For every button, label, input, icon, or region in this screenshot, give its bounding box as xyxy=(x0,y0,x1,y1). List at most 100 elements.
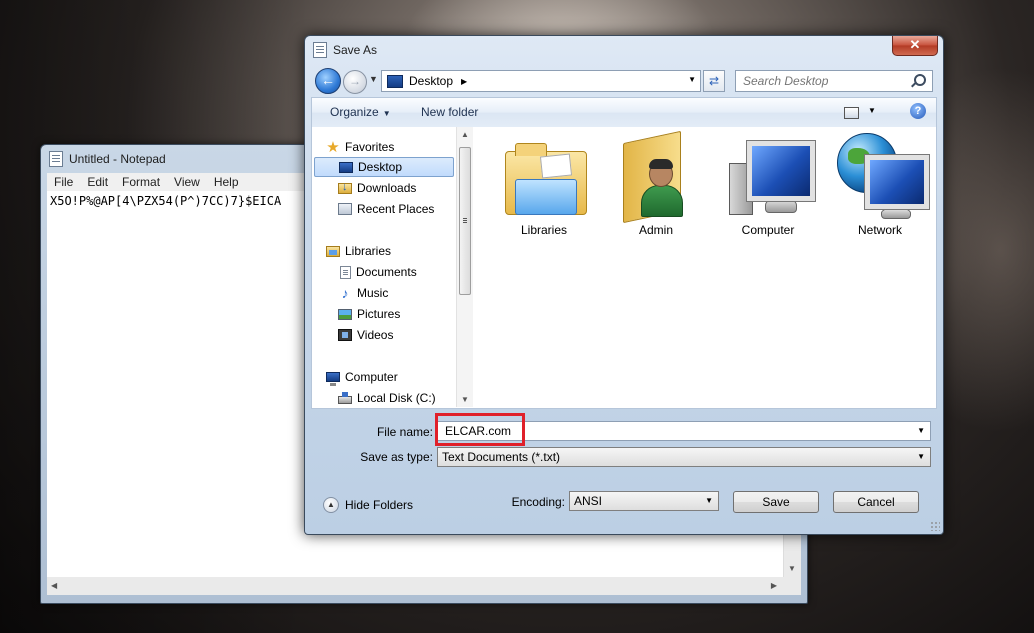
forward-button[interactable]: → xyxy=(343,70,367,94)
libraries-icon xyxy=(326,245,340,257)
documents-icon xyxy=(340,265,351,279)
save-as-type-dropdown-icon[interactable]: ▼ xyxy=(917,448,925,466)
scroll-right-icon[interactable]: ▶ xyxy=(771,581,777,590)
save-as-type-select[interactable]: Text Documents (*.txt) ▼ xyxy=(437,447,931,467)
navigation-bar: ← → ▼ Desktop ▶ ▼ ⇄ xyxy=(311,66,937,96)
computer-icon xyxy=(326,372,340,386)
cancel-button[interactable]: Cancel xyxy=(833,491,919,513)
help-icon[interactable]: ? xyxy=(910,103,926,119)
nav-favorites[interactable]: ★ Favorites xyxy=(326,137,394,157)
nav-item-label: Desktop xyxy=(358,160,403,174)
menu-help[interactable]: Help xyxy=(207,173,246,191)
nav-item-local-disk[interactable]: Local Disk (C:) xyxy=(338,388,436,407)
command-toolbar: Organize ▼ New folder ▼ ? xyxy=(311,97,937,127)
save-as-dialog[interactable]: Save As ✕ ← → ▼ Desktop ▶ ▼ ⇄ Organize▼ … xyxy=(304,35,944,535)
file-item-computer[interactable]: Computer xyxy=(718,133,818,237)
nav-item-downloads[interactable]: Downloads xyxy=(338,178,416,198)
menu-view[interactable]: View xyxy=(167,173,207,191)
nav-item-label: Pictures xyxy=(357,307,401,321)
recent-pages-dropdown-icon[interactable]: ▼ xyxy=(369,74,378,84)
nav-item-pictures[interactable]: Pictures xyxy=(338,304,400,324)
nav-item-label: Downloads xyxy=(357,181,417,195)
save-as-type-value: Text Documents (*.txt) xyxy=(442,450,561,464)
address-dropdown-icon[interactable]: ▼ xyxy=(688,75,696,84)
libraries-folder-icon xyxy=(501,133,587,219)
address-bar[interactable]: Desktop ▶ ▼ xyxy=(381,70,701,92)
user-folder-icon xyxy=(613,130,699,224)
file-item-libraries[interactable]: Libraries xyxy=(494,133,594,237)
new-folder-button[interactable]: New folder xyxy=(421,105,478,119)
nav-item-label: Recent Places xyxy=(357,202,435,216)
search-icon[interactable] xyxy=(914,74,926,86)
star-icon: ★ xyxy=(326,138,340,156)
file-list[interactable]: Libraries Admin Computer Network xyxy=(474,127,936,407)
nav-favorites-label: Favorites xyxy=(345,140,395,154)
change-view-icon[interactable] xyxy=(844,107,859,119)
menu-edit[interactable]: Edit xyxy=(80,173,115,191)
navigation-pane[interactable]: ★ Favorites Desktop Downloads Recent Pla… xyxy=(312,127,456,407)
folder-document xyxy=(539,153,573,179)
scroll-down-icon[interactable]: ▼ xyxy=(461,395,469,404)
person-head xyxy=(649,159,673,187)
notepad-title: Untitled - Notepad xyxy=(69,152,166,166)
nav-libraries[interactable]: Libraries xyxy=(326,241,391,261)
navigation-scrollbar[interactable]: ▲ ▼ xyxy=(456,127,473,407)
menu-file[interactable]: File xyxy=(47,173,80,191)
scroll-down-icon[interactable]: ▼ xyxy=(788,564,796,573)
hard-disk-icon xyxy=(338,392,352,404)
scrollbar-thumb[interactable] xyxy=(459,147,471,295)
encoding-select[interactable]: ANSI ▼ xyxy=(569,491,719,511)
nav-item-desktop[interactable]: Desktop xyxy=(314,157,454,177)
nav-item-label: Local Disk (C:) xyxy=(357,391,436,405)
recent-places-icon xyxy=(338,203,352,215)
save-button[interactable]: Save xyxy=(733,491,819,513)
nav-item-label: Documents xyxy=(356,265,417,279)
file-item-admin[interactable]: Admin xyxy=(606,130,706,237)
search-box[interactable] xyxy=(735,70,933,92)
refresh-icon: ⇄ xyxy=(708,74,720,88)
network-icon xyxy=(837,133,930,219)
nav-item-recent-places[interactable]: Recent Places xyxy=(338,199,434,219)
dialog-titlebar: Save As xyxy=(313,41,377,59)
menu-format[interactable]: Format xyxy=(115,173,167,191)
chevron-up-icon: ▲ xyxy=(323,497,339,513)
file-name-dropdown-icon[interactable]: ▼ xyxy=(917,422,925,440)
scroll-up-icon[interactable]: ▲ xyxy=(461,130,469,139)
address-location[interactable]: Desktop xyxy=(409,74,453,88)
notepad-horizontal-scrollbar[interactable]: ◀ ▶ xyxy=(47,577,801,595)
encoding-value: ANSI xyxy=(574,494,603,508)
save-as-type-label: Save as type: xyxy=(360,450,433,464)
nav-item-label: Videos xyxy=(357,328,394,342)
person-body xyxy=(641,185,683,217)
nav-computer-label: Computer xyxy=(345,370,398,384)
file-name-label: File name: xyxy=(376,425,433,439)
nav-item-documents[interactable]: Documents xyxy=(338,262,417,282)
organize-label: Organize xyxy=(330,105,379,119)
search-input[interactable] xyxy=(741,73,905,89)
file-label: Libraries xyxy=(520,223,568,237)
refresh-button[interactable]: ⇄ xyxy=(703,70,725,92)
view-dropdown-icon[interactable]: ▼ xyxy=(868,106,876,115)
desktop-icon xyxy=(339,161,353,173)
monitor-screen xyxy=(864,154,930,210)
computer-icon xyxy=(725,133,816,219)
hide-folders-label: Hide Folders xyxy=(345,498,414,512)
chevron-right-icon[interactable]: ▶ xyxy=(461,77,467,86)
close-button[interactable]: ✕ xyxy=(892,36,938,56)
encoding-dropdown-icon[interactable]: ▼ xyxy=(705,492,713,510)
back-button[interactable]: ← xyxy=(315,68,341,94)
notepad-content: X5O!P%@AP[4\PZX54(P^)7CC)7}$EICA xyxy=(50,194,282,208)
file-label: Computer xyxy=(741,223,795,237)
nav-item-videos[interactable]: Videos xyxy=(338,325,393,345)
hide-folders-button[interactable]: ▲ Hide Folders xyxy=(323,497,413,513)
nav-item-label: Music xyxy=(357,286,389,300)
nav-computer[interactable]: Computer xyxy=(326,367,398,387)
monitor-screen xyxy=(746,140,816,202)
scroll-left-icon[interactable]: ◀ xyxy=(51,581,57,590)
file-item-network[interactable]: Network xyxy=(830,133,930,237)
nav-libraries-label: Libraries xyxy=(345,244,392,258)
dialog-icon xyxy=(313,42,327,58)
organize-button[interactable]: Organize ▼ xyxy=(330,105,391,119)
resize-grip[interactable] xyxy=(930,521,940,531)
nav-item-music[interactable]: ♪ Music xyxy=(338,283,389,303)
